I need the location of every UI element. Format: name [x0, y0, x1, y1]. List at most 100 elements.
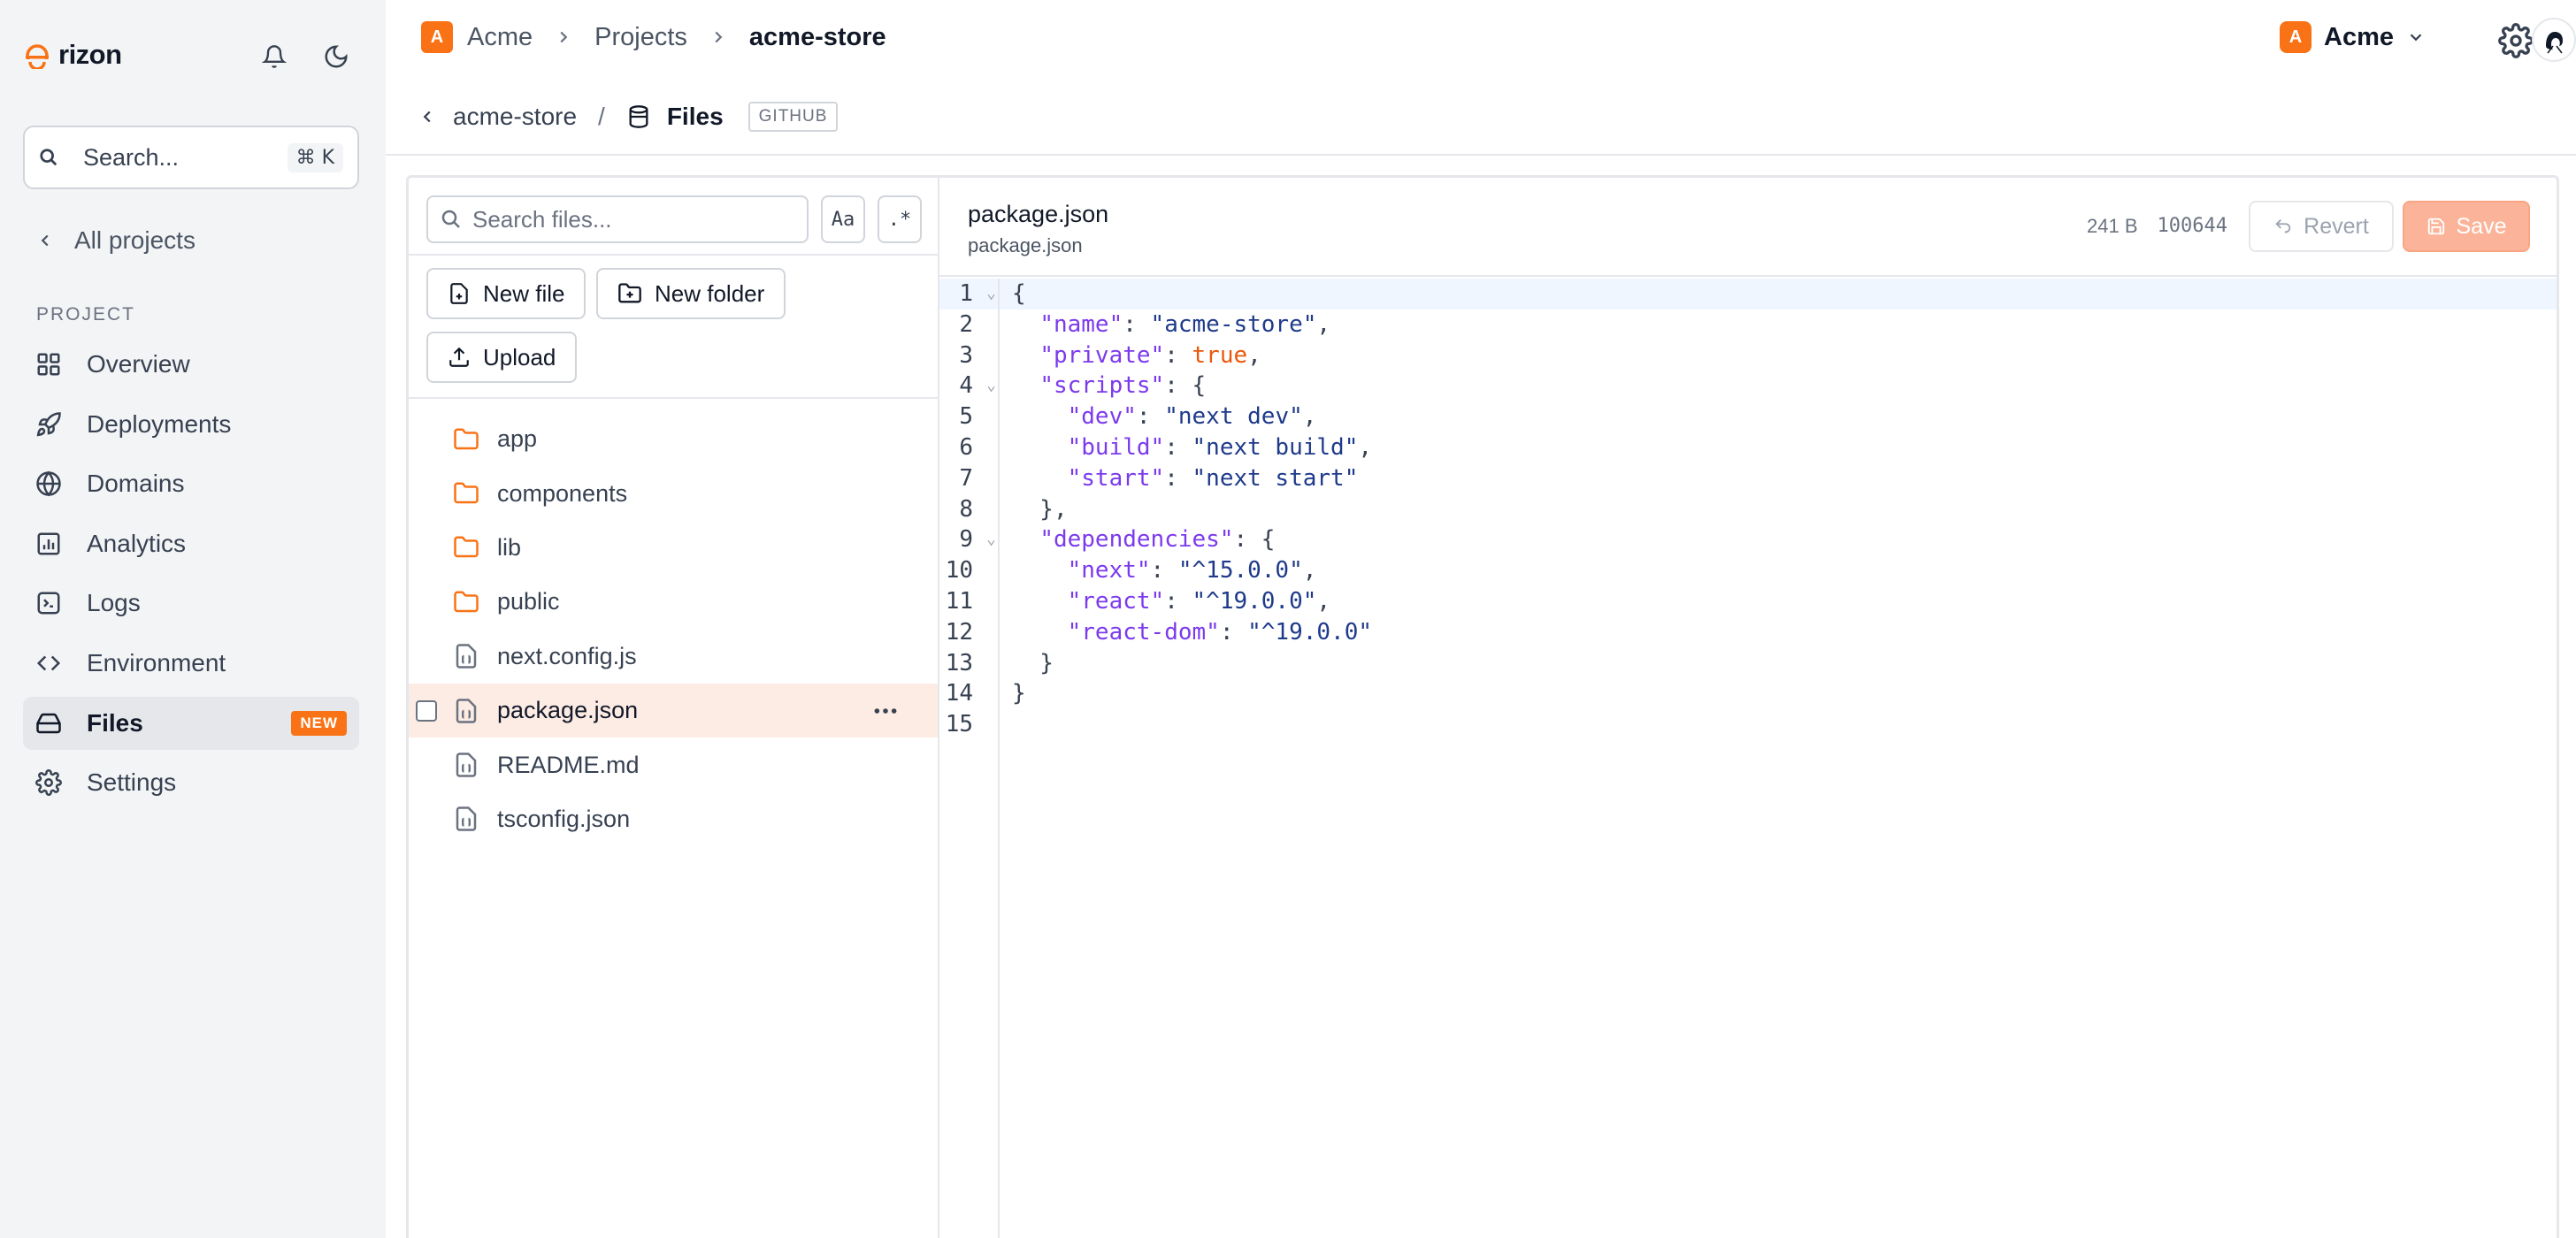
code-token: : {	[1164, 372, 1207, 400]
file-search-input[interactable]: Search files...	[426, 195, 809, 243]
file-list: app components lib public next.config.js	[409, 412, 938, 846]
divider	[409, 254, 938, 256]
code-token: :	[1164, 464, 1192, 492]
line-number: 7	[959, 464, 973, 492]
settings-gear-icon[interactable]	[2498, 23, 2534, 58]
file-plus-icon	[450, 283, 468, 304]
regex-toggle[interactable]: .*	[878, 195, 922, 243]
breadcrumb-current[interactable]: acme-store	[749, 23, 886, 52]
org-switcher[interactable]: A Acme	[2280, 21, 2426, 53]
file-tree: Search files... Aa .* New file New folde…	[409, 178, 939, 1238]
line-number: 11	[945, 587, 973, 615]
code-token: }	[1012, 680, 1026, 707]
tree-row-folder[interactable]: app	[409, 412, 938, 466]
global-search-input[interactable]: Search... ⌘ K	[23, 126, 359, 189]
revert-button[interactable]: Revert	[2249, 201, 2394, 252]
code-token: }	[1012, 649, 1054, 676]
code-line: },	[1000, 494, 2557, 525]
tree-row-folder[interactable]: public	[409, 575, 938, 629]
chevron-left-icon[interactable]	[418, 107, 437, 126]
tree-row-file[interactable]: next.config.js	[409, 630, 938, 684]
file-icon	[456, 806, 477, 832]
new-folder-button[interactable]: New folder	[596, 268, 786, 319]
folder-icon	[454, 536, 479, 558]
subheader-project[interactable]: acme-store	[453, 103, 577, 131]
upload-label: Upload	[483, 343, 556, 371]
sidebar-item-files[interactable]: Files NEW	[23, 696, 359, 750]
code-token: "next build"	[1192, 433, 1359, 461]
row-checkbox[interactable]	[416, 699, 437, 722]
upload-button[interactable]: Upload	[426, 332, 578, 383]
project-nav: Overview Deployments Domains Analytics L…	[23, 338, 359, 816]
sidebar-item-settings[interactable]: Settings	[23, 756, 359, 809]
line-number-gutter: 1 ⌄ 2 3 4 ⌄ 5 6 7 8 9 ⌄ 10 11 12 13 14 15	[939, 279, 1000, 1238]
tree-row-label: package.json	[497, 697, 639, 724]
fold-chevron-icon[interactable]: ⌄	[986, 524, 996, 555]
code-token: :	[1164, 587, 1192, 615]
more-options-icon[interactable]	[872, 698, 899, 724]
files-panel: Search files... Aa .* New file New folde…	[406, 175, 2559, 1238]
tree-row-folder[interactable]: components	[409, 466, 938, 520]
tree-row-label: lib	[497, 533, 522, 561]
moon-icon	[325, 45, 348, 68]
line-number: 1 ⌄	[939, 279, 998, 310]
tree-row-file[interactable]: tsconfig.json	[409, 792, 938, 846]
tree-row-folder[interactable]: lib	[409, 521, 938, 575]
sidebar-item-label: Analytics	[87, 529, 187, 557]
all-projects-link[interactable]: All projects	[35, 226, 196, 255]
page-title: Files	[666, 103, 724, 130]
sidebar-item-analytics[interactable]: Analytics	[23, 517, 359, 570]
code-token: "dev"	[1067, 403, 1137, 431]
tree-row-label: tsconfig.json	[497, 805, 631, 832]
sidebar-item-domains[interactable]: Domains	[23, 457, 359, 510]
line-number: 8	[959, 495, 973, 523]
source-badge: GITHUB	[748, 102, 839, 132]
code-area[interactable]: 1 ⌄ 2 3 4 ⌄ 5 6 7 8 9 ⌄ 10 11 12 13 14 15 { "name": "acme…	[939, 279, 2557, 1238]
sidebar-item-deployments[interactable]: Deployments	[23, 398, 359, 451]
upload-icon	[449, 347, 469, 367]
folder-icon	[454, 591, 479, 613]
code-token: "acme-store"	[1150, 310, 1317, 338]
breadcrumb-projects[interactable]: Projects	[594, 23, 687, 52]
top-header: A Acme Projects acme-store A Acme	[386, 0, 2576, 80]
line-number: 15	[945, 711, 973, 738]
editor-file-name: package.json	[968, 201, 1109, 227]
folder-icon	[454, 428, 479, 449]
tree-row-file-selected[interactable]: package.json	[409, 683, 938, 738]
fold-chevron-icon[interactable]: ⌄	[986, 279, 996, 310]
code-token: ,	[1247, 341, 1261, 369]
breadcrumb-org[interactable]: Acme	[467, 23, 533, 52]
code-line: "react-dom": "^19.0.0"	[1000, 617, 2557, 648]
file-icon	[456, 753, 477, 777]
new-file-button[interactable]: New file	[426, 268, 586, 319]
search-icon	[40, 149, 58, 166]
save-button[interactable]: Save	[2403, 201, 2530, 252]
chevron-left-icon	[41, 234, 49, 247]
fold-chevron-icon[interactable]: ⌄	[986, 371, 996, 401]
subheader-separator: /	[598, 103, 605, 130]
line-number: 12	[945, 618, 973, 646]
theme-toggle-button[interactable]	[320, 41, 352, 73]
code-line: "name": "acme-store",	[1000, 310, 2557, 340]
sidebar-item-environment[interactable]: Environment	[23, 637, 359, 690]
line-number: 14	[945, 680, 973, 707]
code-token: },	[1012, 495, 1068, 523]
match-case-toggle[interactable]: Aa	[821, 195, 865, 243]
brand-logo[interactable]: rizon	[23, 39, 122, 71]
user-avatar[interactable]	[2532, 18, 2576, 62]
sidebar-item-overview[interactable]: Overview	[23, 338, 359, 391]
sidebar-item-logs[interactable]: Logs	[23, 577, 359, 630]
code-token: :	[1123, 310, 1151, 338]
sidebar: rizon Search... ⌘ K All projects PROJECT…	[0, 0, 386, 1238]
code-lines[interactable]: { "name": "acme-store", "private": true,…	[1000, 279, 2557, 740]
line-number: 6	[959, 433, 973, 461]
org-avatar: A	[2280, 21, 2312, 53]
tree-row-file[interactable]: README.md	[409, 737, 938, 791]
notifications-button[interactable]	[258, 41, 290, 73]
code-token: ,	[1302, 403, 1317, 431]
